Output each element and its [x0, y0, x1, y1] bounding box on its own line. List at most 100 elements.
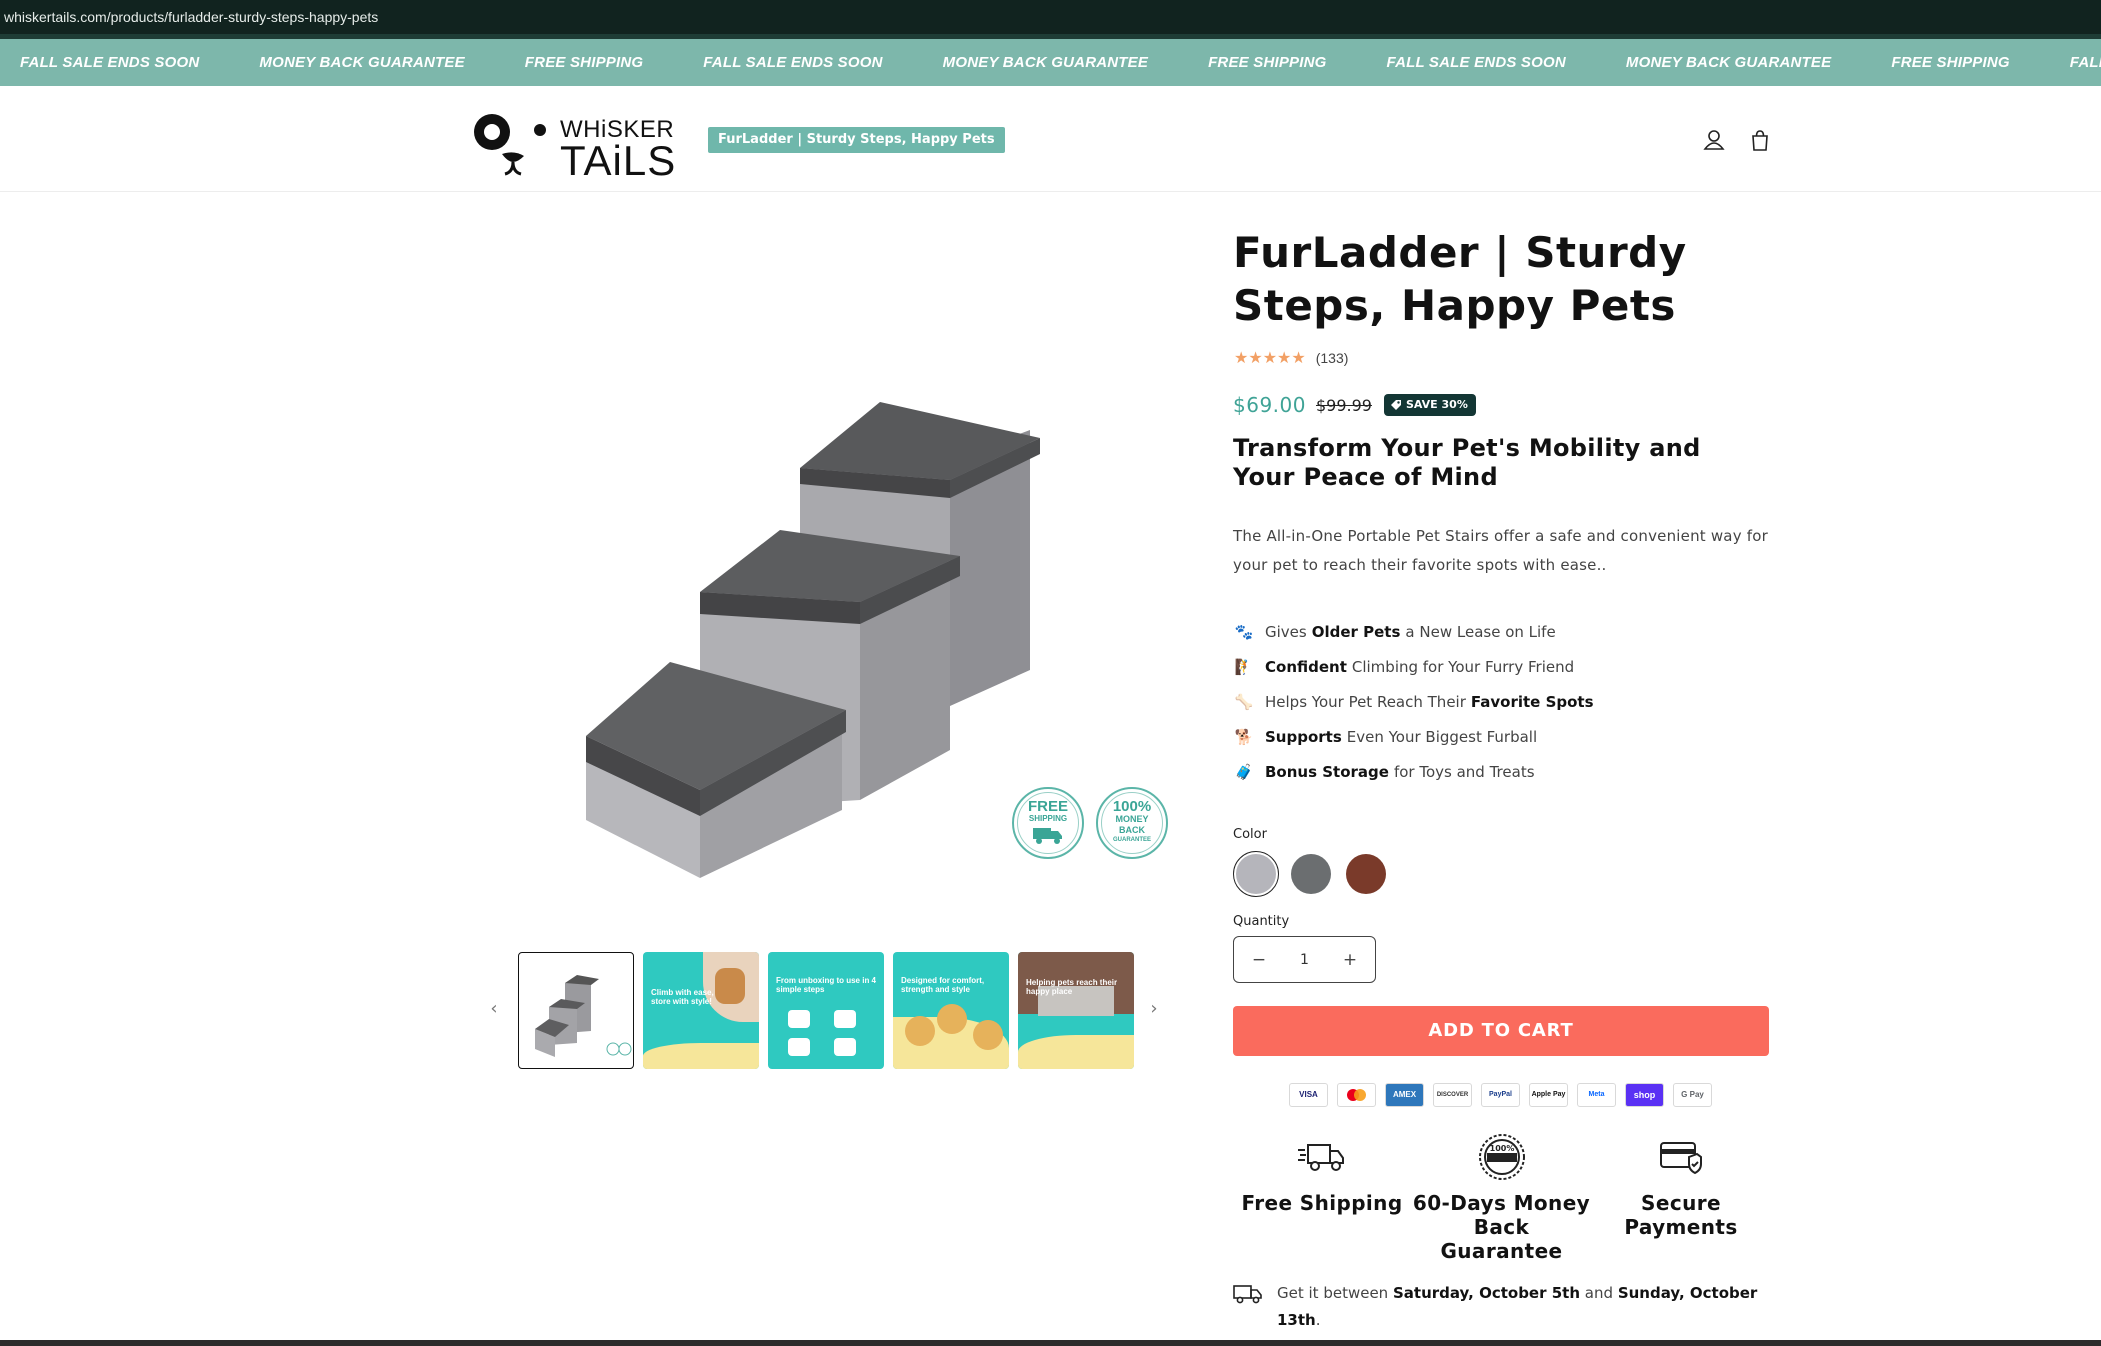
announcement-item: FALL SALE ENDS SOON	[20, 54, 200, 71]
swatch-light-gray[interactable]	[1233, 851, 1279, 897]
feature-text: for Toys and Treats	[1393, 762, 1535, 781]
trust-label: Free Shipping	[1241, 1191, 1403, 1215]
feature-text: a New Lease on Life	[1405, 622, 1556, 641]
product-main-image[interactable]: FREE SHIPPING 100% MONEY BACK GUARANTEE	[560, 370, 1180, 890]
product-info: FurLadder | Sturdy Steps, Happy Pets ★★★…	[1233, 226, 1770, 1329]
mastercard-icon	[1337, 1083, 1376, 1107]
meta-pay-icon: Meta	[1577, 1083, 1616, 1107]
pet-stairs-image	[586, 402, 1040, 878]
feature-bold: Confident	[1265, 657, 1347, 676]
rating[interactable]: ★★★★★ (133)	[1234, 348, 1348, 368]
address-bar[interactable]: whiskertails.com/products/furladder-stur…	[0, 0, 2101, 34]
sale-price: $69.00	[1233, 393, 1306, 417]
bone-icon: 🦴	[1234, 692, 1254, 711]
thumbnail-stairs-image	[535, 975, 632, 1057]
delivery-pre: Get it between	[1277, 1284, 1389, 1302]
money-back-badge: 100% MONEY BACK GUARANTEE	[1096, 787, 1168, 859]
swatch-brown[interactable]	[1343, 851, 1389, 897]
thumbnail-caption: Climb with ease, store with style!	[651, 988, 714, 1006]
dog-icon: 🐕	[1234, 727, 1254, 746]
feature-item: 🧳 Bonus Storage for Toys and Treats	[1233, 754, 1770, 789]
quantity-stepper: − 1 +	[1233, 936, 1376, 983]
delivery-estimate: Get it between Saturday, October 5th and…	[1233, 1280, 1770, 1334]
paypal-icon: PayPal	[1481, 1083, 1520, 1107]
save-badge: SAVE 30%	[1383, 394, 1476, 416]
storage-icon: 🧳	[1234, 762, 1254, 781]
product-description: The All-in-One Portable Pet Stairs offer…	[1233, 527, 1768, 574]
color-swatches	[1233, 851, 1398, 897]
announcement-item: FREE SHIPPING	[1891, 54, 2010, 71]
google-pay-icon: G Pay	[1673, 1083, 1712, 1107]
delivery-post: .	[1315, 1311, 1321, 1329]
trust-label: 60-Days Money Back Guarantee	[1412, 1191, 1591, 1263]
price-row: $69.00 $99.99 SAVE 30%	[1233, 393, 1476, 417]
thumbnail-4[interactable]: Designed for comfort, strength and style	[893, 952, 1009, 1069]
window-bottom-edge	[0, 1340, 2101, 1346]
feature-text: Even Your Biggest Furball	[1346, 727, 1538, 746]
thumbnail-3[interactable]: From unboxing to use in 4 simple steps	[768, 952, 884, 1069]
announcement-item: MONEY BACK GUARANTEE	[259, 54, 465, 71]
thumbnail-next-button[interactable]: ›	[1144, 994, 1164, 1024]
site-header: WHiSKER TAiLS FurLadder | Sturdy Steps, …	[0, 86, 2101, 192]
guarantee-seal-icon: 100%	[1413, 1133, 1591, 1180]
announcement-item: MONEY BACK GUARANTEE	[942, 54, 1149, 71]
announcement-item: MONEY BACK GUARANTEE	[1625, 54, 1832, 71]
delivery-start-date: Saturday, October 5th	[1392, 1284, 1581, 1302]
header-product-badge[interactable]: FurLadder | Sturdy Steps, Happy Pets	[708, 127, 1005, 153]
quantity-decrease-button[interactable]: −	[1250, 950, 1268, 970]
discover-icon: DISCOVER	[1433, 1083, 1472, 1107]
logo-line-2: TAiLS	[560, 137, 677, 184]
feature-bold: Older Pets	[1311, 622, 1401, 641]
feature-item: 🧗 Confident Climbing for Your Furry Frie…	[1233, 649, 1770, 684]
free-shipping-badge: FREE SHIPPING	[1012, 787, 1084, 859]
swatch-dark-gray[interactable]	[1288, 851, 1334, 897]
trust-badges: Free Shipping 100% 60-Days Money Back Gu…	[1233, 1133, 1770, 1263]
tag-icon	[1390, 400, 1401, 410]
announcement-bar: FALL SALE ENDS SOON MONEY BACK GUARANTEE…	[0, 39, 2101, 86]
feature-item: 🐾 Gives Older Pets a New Lease on Life	[1233, 614, 1770, 649]
review-count: (133)	[1315, 350, 1349, 366]
thumbnail-5[interactable]: Helping pets reach their happy place	[1018, 952, 1134, 1069]
thumbnail-1[interactable]	[518, 952, 634, 1069]
url-text: whiskertails.com/products/furladder-stur…	[4, 9, 379, 25]
save-badge-text: SAVE 30%	[1405, 398, 1468, 411]
trust-label: Secure Payments	[1624, 1191, 1738, 1239]
account-icon[interactable]	[1700, 126, 1728, 154]
feature-item: 🐕 Supports Even Your Biggest Furball	[1233, 719, 1770, 754]
thumbnail-slider: ‹ Climb with ease, store with style! Fro…	[484, 952, 1164, 1070]
thumbnail-2[interactable]: Climb with ease, store with style!	[643, 952, 759, 1069]
announcement-item: FALL SALE ENDS SOON	[703, 54, 883, 71]
apple-pay-icon: Apple Pay	[1529, 1083, 1568, 1107]
quantity-input[interactable]: 1	[1300, 952, 1309, 968]
visa-icon: VISA	[1289, 1083, 1328, 1107]
star-rating-icon: ★★★★★	[1234, 350, 1306, 367]
add-to-cart-button[interactable]: ADD TO CART	[1233, 1006, 1769, 1056]
trust-money-back: 100% 60-Days Money Back Guarantee	[1412, 1133, 1591, 1263]
svg-text:100%: 100%	[1489, 1144, 1514, 1153]
shop-pay-icon: shop	[1625, 1083, 1664, 1107]
truck-icon	[1233, 1134, 1411, 1179]
delivery-mid: and	[1584, 1284, 1614, 1302]
product-subtitle: Transform Your Pet's Mobility and Your P…	[1233, 434, 1701, 491]
trust-secure-payments: Secure Payments	[1592, 1134, 1770, 1263]
thumbnail-caption: Helping pets reach their happy place	[1026, 978, 1118, 996]
cart-icon[interactable]	[1746, 126, 1774, 154]
announcement-item: FALL SALE ENDS SOON	[1386, 54, 1566, 71]
feature-bold: Bonus Storage	[1265, 762, 1389, 781]
amex-icon: AMEX	[1385, 1083, 1424, 1107]
feature-text: Climbing for Your Furry Friend	[1351, 657, 1575, 676]
thumbnail-prev-button[interactable]: ‹	[484, 994, 504, 1024]
quantity-label: Quantity	[1233, 914, 1290, 929]
logo[interactable]: WHiSKER TAiLS	[472, 110, 675, 182]
feature-bold: Supports	[1265, 727, 1342, 746]
climbing-icon: 🧗	[1234, 657, 1254, 676]
announcement-item: FREE SHIPPING	[524, 54, 644, 71]
quantity-increase-button[interactable]: +	[1341, 950, 1359, 970]
paw-icon: 🐾	[1234, 622, 1254, 641]
feature-text: Gives	[1265, 622, 1307, 641]
announcement-item: FALL SALE ENDS SOON	[2069, 54, 2101, 71]
logo-mark-icon	[474, 114, 546, 176]
compare-price: $99.99	[1315, 395, 1372, 415]
feature-bold: Favorite Spots	[1470, 692, 1594, 711]
feature-list: 🐾 Gives Older Pets a New Lease on Life 🧗…	[1233, 614, 1770, 789]
